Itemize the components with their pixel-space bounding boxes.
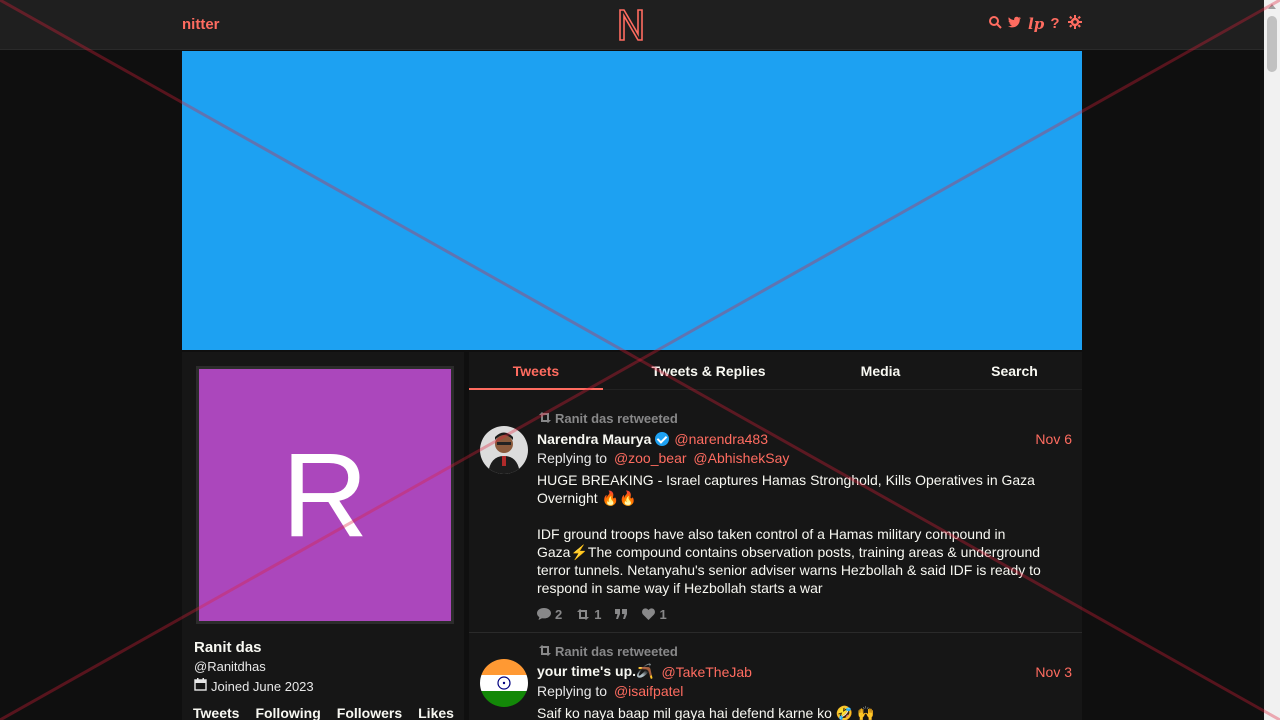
stat-followers[interactable]: Followers <box>337 705 402 720</box>
scroll-up-arrow-icon[interactable] <box>1268 4 1276 9</box>
avatar-letter: R <box>281 428 369 562</box>
tweet[interactable]: Ranit das retweeted your time's up.🪃 @Ta… <box>469 633 1082 720</box>
tab-tweets[interactable]: Tweets <box>469 352 603 390</box>
tweet[interactable]: Ranit das retweeted Narendra Maurya @nar… <box>469 400 1082 633</box>
calendar-icon <box>194 678 207 694</box>
twitter-bird-icon[interactable] <box>1008 15 1022 33</box>
retweet-stat[interactable]: 1 <box>576 607 601 622</box>
retweet-header: Ranit das retweeted <box>538 643 1072 659</box>
replying-to: Replying to @isaifpatel <box>537 683 684 699</box>
tweet-date[interactable]: Nov 6 <box>1035 431 1072 447</box>
retweet-icon <box>538 644 552 659</box>
profile-joined: Joined June 2023 <box>194 678 314 694</box>
retweet-header: Ranit das retweeted <box>538 410 1072 426</box>
tweet-username[interactable]: @TakeTheJab <box>661 664 751 680</box>
tweet-fullname[interactable]: Narendra Maurya <box>537 431 651 447</box>
tweet-avatar[interactable] <box>480 659 528 707</box>
help-icon[interactable]: ? <box>1048 15 1062 33</box>
tweet-fullname[interactable]: your time's up.🪃 <box>537 663 653 680</box>
like-stat[interactable]: 1 <box>642 607 667 622</box>
tweet-content: HUGE BREAKING - Israel captures Hamas St… <box>537 472 1041 596</box>
navbar: nitter lp ? <box>0 0 1264 50</box>
retweet-icon <box>577 608 590 620</box>
comment-stat[interactable]: 2 <box>537 607 562 622</box>
verified-icon <box>655 431 670 446</box>
page-scrollbar[interactable] <box>1264 0 1280 720</box>
gear-icon[interactable] <box>1068 15 1082 33</box>
stat-tweets[interactable]: Tweets <box>193 705 239 720</box>
joined-text: Joined June 2023 <box>211 678 314 694</box>
stat-likes[interactable]: Likes <box>418 705 454 720</box>
tweet-list: Ranit das retweeted Narendra Maurya @nar… <box>469 400 1082 720</box>
stat-following[interactable]: Following <box>255 705 320 720</box>
rss-icon[interactable]: lp <box>1028 15 1044 33</box>
tab-search[interactable]: Search <box>947 352 1082 390</box>
profile-card: R Ranit das @Ranitdhas Joined June 2023 … <box>182 352 464 720</box>
tweet-stats: 2 1 1 <box>537 606 1072 622</box>
tweet-header: your time's up.🪃 @TakeTheJab Nov 3 <box>537 663 1072 680</box>
profile-username[interactable]: @Ranitdhas <box>194 659 266 674</box>
tweet-username[interactable]: @narendra483 <box>674 431 768 447</box>
profile-banner[interactable] <box>182 51 1082 350</box>
tweet-date[interactable]: Nov 3 <box>1035 664 1072 680</box>
timeline-tabs: Tweets Tweets & Replies Media Search <box>469 352 1082 390</box>
tab-tweets-replies[interactable]: Tweets & Replies <box>603 352 814 390</box>
profile-avatar[interactable]: R <box>196 366 454 624</box>
heart-icon <box>642 608 656 620</box>
profile-stats: Tweets Following Followers Likes <box>193 705 454 720</box>
profile-fullname[interactable]: Ranit das <box>194 639 262 656</box>
nav-icons: lp ? <box>988 15 1082 33</box>
brand-link[interactable]: nitter <box>182 16 220 33</box>
reply-mention[interactable]: @AbhishekSay <box>693 450 789 466</box>
tweet-header: Narendra Maurya @narendra483 Nov 6 <box>537 430 1072 447</box>
retweet-icon <box>538 411 552 426</box>
search-icon[interactable] <box>988 15 1002 33</box>
comment-icon <box>537 608 551 620</box>
reply-mention[interactable]: @zoo_bear <box>614 450 687 466</box>
tweet-content: Saif ko naya baap mil gaya hai defend ka… <box>537 705 875 720</box>
reply-mention[interactable]: @isaifpatel <box>614 683 683 699</box>
timeline: Tweets Tweets & Replies Media Search Ran… <box>469 352 1082 720</box>
quote-icon <box>615 609 628 619</box>
scrollbar-thumb[interactable] <box>1267 16 1277 72</box>
tab-media[interactable]: Media <box>814 352 947 390</box>
quote-stat[interactable] <box>615 609 628 619</box>
tweet-avatar[interactable] <box>480 426 528 474</box>
replying-to: Replying to @zoo_bear @AbhishekSay <box>537 450 790 466</box>
nitter-logo[interactable] <box>617 8 645 42</box>
